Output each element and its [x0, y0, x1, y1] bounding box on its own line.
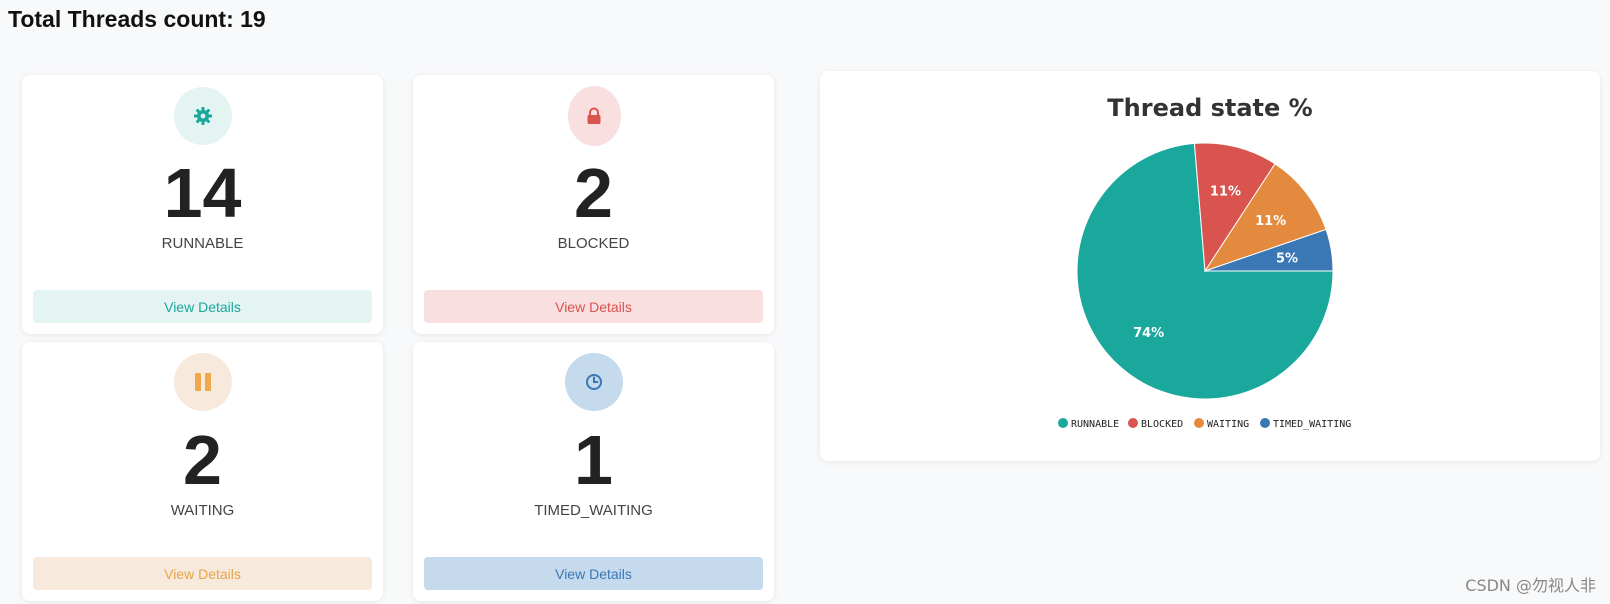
pie-data-label: 74% [1133, 326, 1164, 341]
timed-waiting-view-details-button[interactable]: View Details [424, 557, 763, 590]
legend-label[interactable]: TIMED_WAITING [1273, 419, 1351, 430]
thread-state-chart-card: Thread state % 74% 11% 11% 5% RUNNABLE BLOCK… [820, 71, 1600, 461]
legend-marker[interactable] [1194, 418, 1204, 428]
chart-title: Thread state % [1107, 94, 1312, 122]
gear-icon [173, 87, 232, 145]
pause-icon [173, 353, 232, 411]
pie-data-label: 11% [1255, 214, 1286, 229]
waiting-label: WAITING [170, 502, 235, 519]
pie-data-label: 11% [1210, 184, 1241, 199]
page-title: Total Threads count: 19 [8, 6, 266, 32]
legend-label[interactable]: WAITING [1207, 419, 1249, 430]
timed-waiting-count: 1 [574, 421, 613, 499]
waiting-card: 2 WAITING View Details [22, 342, 383, 601]
blocked-count: 2 [574, 154, 613, 232]
legend-label[interactable]: BLOCKED [1141, 419, 1183, 430]
runnable-label: RUNNABLE [161, 235, 244, 252]
legend-label[interactable]: RUNNABLE [1071, 419, 1119, 430]
thread-state-pie-chart: Thread state % 74% 11% 11% 5% RUNNABLE BLOCK… [1058, 94, 1351, 430]
runnable-card: 14 RUNNABLE View Details [22, 75, 383, 334]
timed-waiting-card: 1 TIMED_WAITING View Details [413, 342, 774, 601]
runnable-view-details-button[interactable]: View Details [33, 290, 372, 323]
runnable-count: 14 [163, 154, 242, 232]
timed-waiting-label: TIMED_WAITING [534, 502, 653, 519]
lock-icon [567, 86, 621, 146]
blocked-label: BLOCKED [557, 235, 630, 252]
pie-data-label: 5% [1276, 251, 1298, 266]
clock-icon [564, 353, 623, 411]
waiting-view-details-button[interactable]: View Details [33, 557, 372, 590]
blocked-card: 2 BLOCKED View Details [413, 75, 774, 334]
blocked-view-details-button[interactable]: View Details [424, 290, 763, 323]
waiting-count: 2 [183, 421, 222, 499]
legend-marker[interactable] [1128, 418, 1138, 428]
legend-marker[interactable] [1260, 418, 1270, 428]
thread-dashboard: Total Threads count: 19 14 RUNNABLE View… [0, 0, 1610, 604]
legend-marker[interactable] [1058, 418, 1068, 428]
watermark: CSDN @勿视人非 [1465, 576, 1596, 595]
